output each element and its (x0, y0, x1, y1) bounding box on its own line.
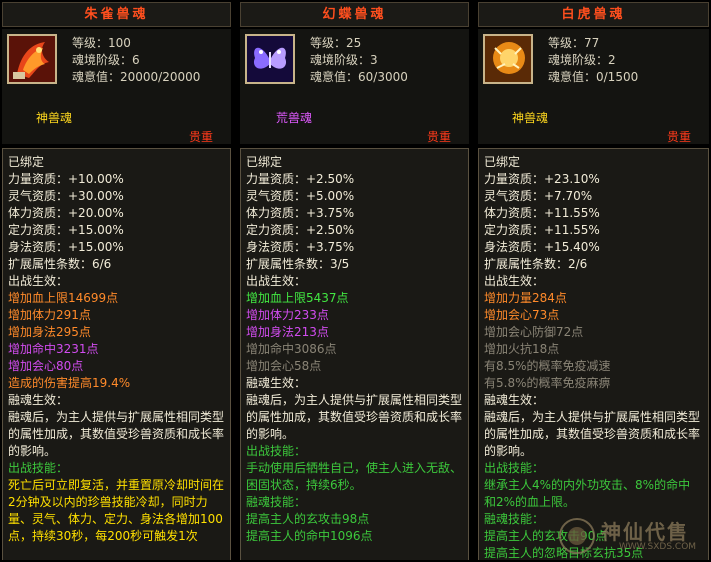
soul-type: 荒兽魂 (276, 111, 313, 125)
attribute-line: 融魂后，为主人提供与扩展属性相同类型的属性加成，其数值受珍兽资质和成长率的影响。 (246, 393, 463, 441)
attribute-line: 定力资质：+2.50% (246, 223, 355, 237)
realm-tier: 魂境阶级：2 (548, 53, 616, 67)
attribute-line: 融魂生效： (484, 393, 545, 407)
level: 等级：77 (548, 36, 600, 50)
realm-tier: 魂境阶级：6 (72, 53, 140, 67)
attribute-line: 出战生效： (8, 274, 69, 288)
panel-header: 等级：100 魂境阶级：6 魂意值：20000/20000 神兽魂 贵重 (2, 29, 231, 144)
attribute-line: 出战技能： (484, 461, 545, 475)
soul-intent-value: 魂意值：60/3000 (310, 70, 408, 84)
attribute-line: 增加体力233点 (246, 308, 329, 322)
attribute-line: 灵气资质：+30.00% (8, 189, 124, 203)
attribute-line: 死亡后可立即复活，并重置原冷却时间在2分钟及以内的珍兽技能冷却，同时力量、灵气、… (8, 478, 225, 543)
attribute-line: 增加会心58点 (246, 359, 322, 373)
soul-stats: 等级：100 魂境阶级：6 魂意值：20000/20000 (72, 35, 200, 86)
precious-badge: 贵重 (666, 130, 691, 144)
precious-badge: 贵重 (426, 130, 451, 144)
attribute-line: 造成的伤害提高19.4% (8, 376, 131, 390)
panel-header: 等级：25 魂境阶级：3 魂意值：60/3000 荒兽魂 贵重 (240, 29, 469, 144)
attribute-list: 已绑定力量资质：+10.00% 灵气资质：+30.00% 体力资质：+20.00% 定… (2, 148, 231, 560)
attribute-line: 手动使用后牺牲自己，使主人进入无敌、困固状态，持续6秒。 (246, 461, 463, 492)
attribute-line: 已绑定 (246, 155, 283, 169)
attribute-line: 融魂后，为主人提供与扩展属性相同类型的属性加成，其数值受珍兽资质和成长率的影响。 (8, 410, 225, 458)
soul-type: 神兽魂 (512, 111, 549, 125)
attribute-line: 身法资质：+15.00% (8, 240, 124, 254)
attribute-line: 出战生效： (484, 274, 545, 288)
level: 等级：100 (72, 36, 131, 50)
attribute-line: 增加会心73点 (484, 308, 560, 322)
soul-panel-zhuque: 朱雀兽魂 等级：100 魂境阶级：6 魂意值：20000/20000 神兽魂 贵… (0, 0, 233, 560)
attribute-line: 融魂生效： (246, 376, 307, 390)
attribute-line: 出战技能： (246, 444, 307, 458)
panel-header: 等级：77 魂境阶级：2 魂意值：0/1500 神兽魂 贵重 (478, 29, 709, 144)
attribute-line: 增加会心80点 (8, 359, 84, 373)
attribute-line: 身法资质：+15.40% (484, 240, 600, 254)
soul-comparison: 朱雀兽魂 等级：100 魂境阶级：6 魂意值：20000/20000 神兽魂 贵… (0, 0, 711, 560)
panel-title: 幻蝶兽魂 (240, 2, 469, 27)
attribute-line: 增加血上限5437点 (246, 291, 349, 305)
soul-stats: 等级：77 魂境阶级：2 魂意值：0/1500 (548, 35, 638, 86)
soul-intent-value: 魂意值：20000/20000 (72, 70, 201, 84)
watermark-url: WWW.SXDS.COM (619, 542, 697, 552)
attribute-line: 增加身法213点 (246, 325, 329, 339)
soul-stats: 等级：25 魂境阶级：3 魂意值：60/3000 (310, 35, 408, 86)
attribute-line: 力量资质：+23.10% (484, 172, 600, 186)
attribute-line: 提高主人的命中1096点 (246, 529, 373, 543)
attribute-line: 身法资质：+3.75% (246, 240, 355, 254)
panel-title: 白虎兽魂 (478, 2, 709, 27)
tiger-soul-icon[interactable] (483, 34, 533, 84)
attribute-line: 融魂生效： (8, 393, 69, 407)
attribute-line: 出战技能： (8, 461, 69, 475)
soul-panel-huandie: 幻蝶兽魂 等级：25 魂境阶级：3 魂意值：60/3000 荒兽魂 贵重 已绑定… (238, 0, 471, 560)
attribute-line: 提高主人的玄攻击98点 (246, 512, 370, 526)
attribute-line: 有5.8%的概率免疫麻痹 (484, 376, 611, 390)
attribute-line: 增加命中3231点 (8, 342, 99, 356)
attribute-line: 增加体力291点 (8, 308, 91, 322)
soul-intent-value: 魂意值：0/1500 (548, 70, 639, 84)
attribute-line: 增加火抗18点 (484, 342, 560, 356)
attribute-list: 已绑定力量资质：+2.50% 灵气资质：+5.00% 体力资质：+3.75% 定力资质… (240, 148, 469, 560)
attribute-line: 增加身法295点 (8, 325, 91, 339)
attribute-line: 扩展属性条数：3/5 (246, 257, 350, 271)
soul-panel-baihu: 白虎兽魂 等级：77 魂境阶级：2 魂意值：0/1500 神兽魂 贵重 已绑定力… (476, 0, 711, 560)
butterfly-soul-icon[interactable] (245, 34, 295, 84)
attribute-line: 出战生效： (246, 274, 307, 288)
attribute-line: 灵气资质：+7.70% (484, 189, 593, 203)
attribute-line: 力量资质：+2.50% (246, 172, 355, 186)
attribute-line: 增加血上限14699点 (8, 291, 119, 305)
soul-type: 神兽魂 (36, 111, 73, 125)
realm-tier: 魂境阶级：3 (310, 53, 378, 67)
attribute-line: 体力资质：+3.75% (246, 206, 355, 220)
attribute-line: 融魂后，为主人提供与扩展属性相同类型的属性加成，其数值受珍兽资质和成长率的影响。 (484, 410, 701, 458)
attribute-line: 体力资质：+20.00% (8, 206, 124, 220)
attribute-line: 定力资质：+15.00% (8, 223, 124, 237)
attribute-line: 力量资质：+10.00% (8, 172, 124, 186)
attribute-line: 增加力量284点 (484, 291, 567, 305)
attribute-line: 有8.5%的概率免疫减速 (484, 359, 611, 373)
attribute-line: 增加命中3086点 (246, 342, 337, 356)
attribute-line: 已绑定 (8, 155, 45, 169)
attribute-line: 体力资质：+11.55% (484, 206, 600, 220)
watermark-brand: 神仙代售 (601, 520, 689, 544)
precious-badge: 贵重 (188, 130, 213, 144)
level: 等级：25 (310, 36, 362, 50)
attribute-line: 扩展属性条数：6/6 (8, 257, 112, 271)
panel-title: 朱雀兽魂 (2, 2, 231, 27)
attribute-line: 扩展属性条数：2/6 (484, 257, 588, 271)
attribute-list: 已绑定力量资质：+23.10% 灵气资质：+7.70% 体力资质：+11.55% 定力… (478, 148, 709, 560)
attribute-line: 灵气资质：+5.00% (246, 189, 355, 203)
attribute-line: 已绑定 (484, 155, 521, 169)
attribute-line: 定力资质：+11.55% (484, 223, 600, 237)
attribute-line: 融魂技能： (246, 495, 307, 509)
attribute-line: 继承主人4%的内外功攻击、8%的命中和2%的血上限。 (484, 478, 691, 509)
attribute-line: 增加会心防御72点 (484, 325, 584, 339)
zhuque-soul-icon[interactable] (7, 34, 57, 84)
site-watermark: 神仙代售 WWW.SXDS.COM (557, 514, 707, 558)
